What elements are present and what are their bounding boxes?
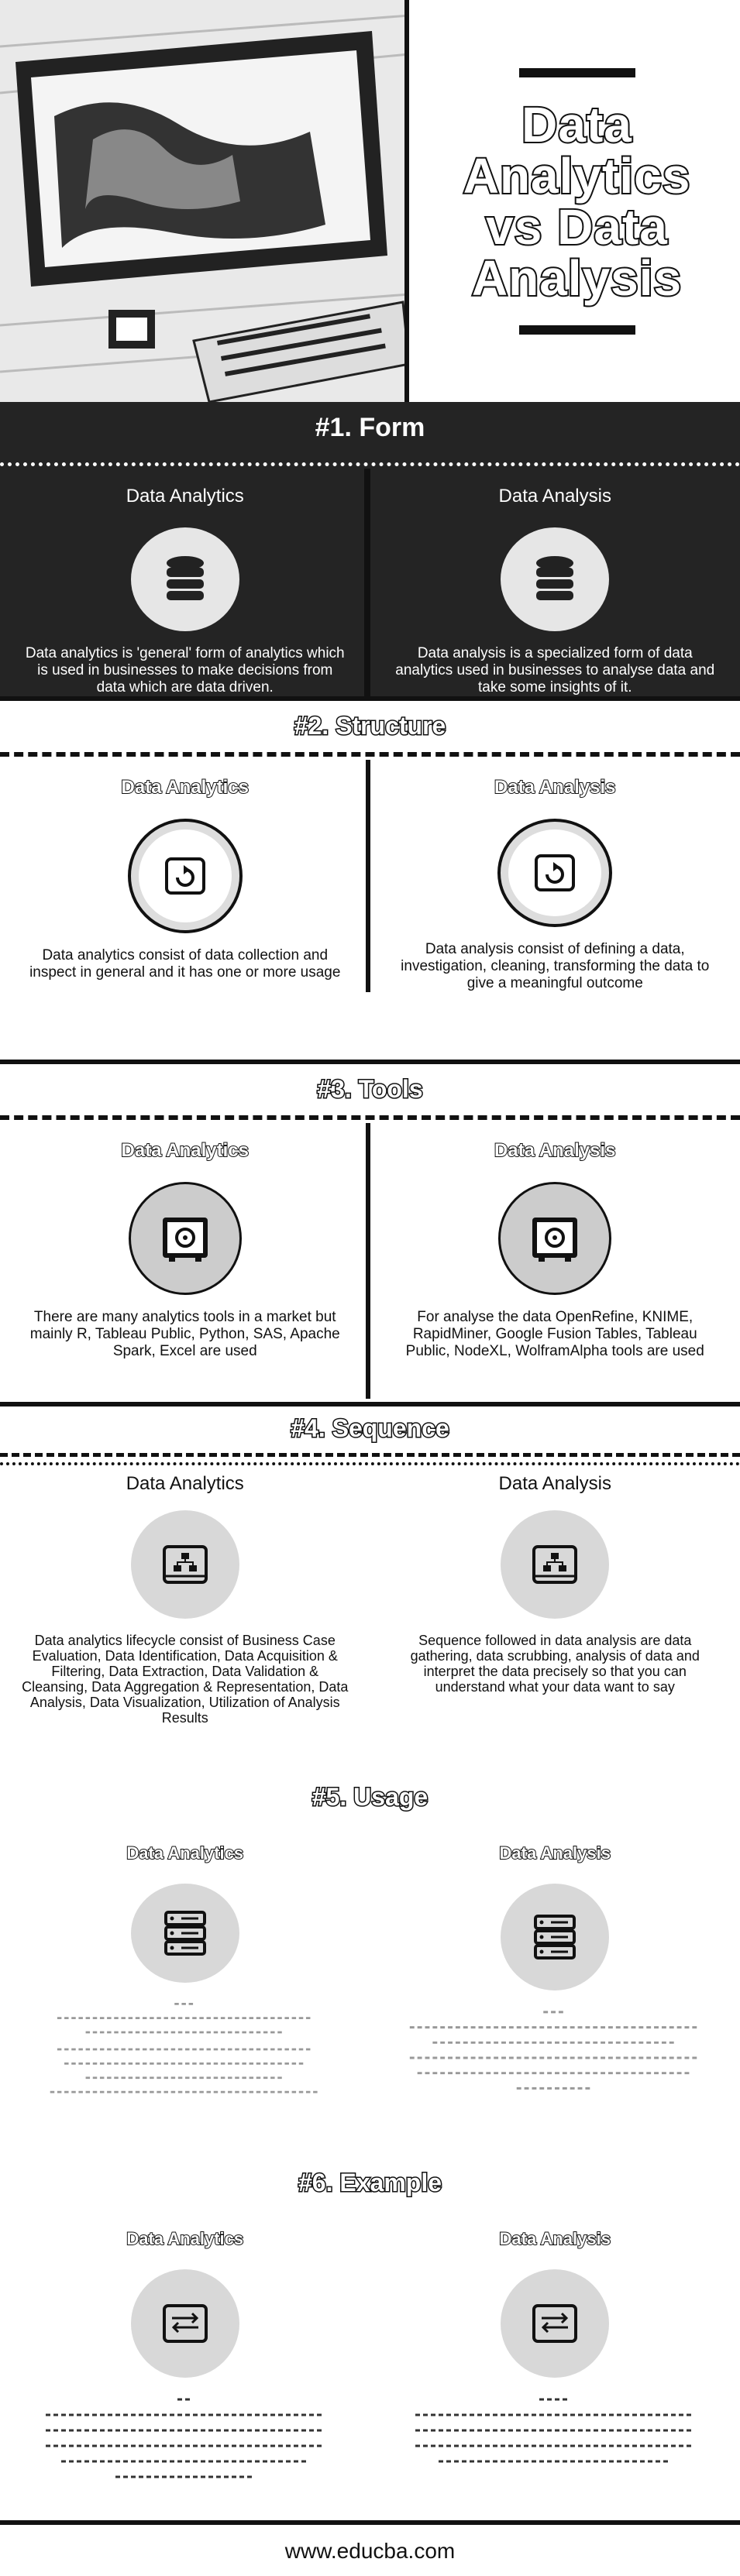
header: Data Analytics vs Data Analysis [0,0,740,402]
column-data-analytics: Data Analytics Data analytics consist of… [0,760,370,992]
column-title: Data Analytics [126,2228,244,2249]
column-title: Data Analysis [498,2228,611,2249]
footer-url: www.educba.com [284,2539,456,2563]
title-line-4: Analysis [470,249,683,306]
column-data-analysis: Data Analysis Sequence followed in data … [370,1467,740,1777]
column-data-analytics: Data Analytics [0,1826,370,2105]
section-columns: Data Analytics There are many analytics … [0,1123,740,1399]
laptop-keyboard-illustration [0,0,404,402]
section-example: #6. Example Data Analytics Data Analysis [0,2168,740,2525]
section-structure: #2. Structure Data Analytics Data analyt… [0,701,740,1060]
column-text: For analyse the data OpenRefine, KNIME, … [405,1309,704,1359]
section-title: #5. Usage [311,1782,429,1812]
database-icon [501,527,610,631]
column-title: Data Analysis [498,1473,611,1494]
safe-icon [128,1182,242,1295]
section-columns: Data Analytics Data analytics consist of… [0,760,740,992]
header-photo [0,0,409,402]
column-title: Data Analysis [494,776,617,799]
column-text: Data analysis consist of defining a data… [401,941,710,991]
title-line-2: Analytics [462,147,692,204]
column-data-analysis: Data Analysis Data analysis consist of d… [370,760,740,992]
infographic-page: { "title": {"line1": "Data", "line2": "A… [0,0,740,2576]
title-line-3: vs Data [484,198,669,255]
column-title: Data Analytics [126,1843,244,1863]
blurred-text-block [415,2398,695,2463]
safe-icon [498,1182,612,1295]
column-title: Data Analysis [498,1843,611,1863]
column-data-analytics: Data Analytics There are many analytics … [0,1123,370,1399]
transfer-drive-icon [130,2269,239,2378]
column-data-analytics: Data Analytics Data analytics is 'genera… [0,469,370,696]
drive-icon [127,819,243,933]
server-icon [501,1884,610,1990]
column-text: Data analytics is 'general' form of anal… [25,645,345,696]
column-text: There are many analytics tools in a mark… [29,1309,340,1359]
column-data-analytics: Data Analytics [0,2212,370,2522]
blurred-text-block [50,2003,321,2093]
page-title: Data Analytics vs Data Analysis [462,96,692,306]
section-usage: #5. Usage Data Analytics Data Analysis [0,1780,740,2113]
section-sequence: #4. Sequence Data Analytics Data analyti… [0,1406,740,1780]
column-title: Data Analytics [120,1139,250,1162]
transfer-drive-icon [501,2269,610,2378]
column-text: Data analytics consist of data collectio… [29,947,341,981]
column-data-analysis: Data Analysis Data analysis is a special… [370,469,740,696]
title-line-1: Data [520,96,633,153]
drive-icon [497,819,613,927]
column-data-analytics: Data Analytics Data analytics lifecycle … [0,1467,370,1777]
column-data-analysis: Data Analysis [370,2212,740,2522]
section-columns: Data Analytics Data Analysis [0,2212,740,2522]
section-columns: Data Analytics Data analytics lifecycle … [0,1467,740,1777]
section-tools: #3. Tools Data Analytics There are many … [0,1064,740,1402]
section-columns: Data Analytics Data analytics is 'genera… [0,469,740,696]
section-form: #1. Form Data Analytics Data analytics i… [0,402,740,696]
title-bar-bottom [518,325,635,335]
column-title: Data Analysis [494,1139,617,1162]
section-title: #2. Structure [293,711,447,741]
column-text: Data analytics lifecycle consist of Busi… [22,1633,349,1726]
network-drive-icon [130,1510,239,1619]
column-title: Data Analytics [120,776,250,799]
blurred-text-block [45,2398,325,2478]
column-title: Data Analytics [126,1473,244,1494]
database-icon [130,527,239,631]
blurred-text-block [410,2011,700,2090]
section-title: #4. Sequence [290,1413,451,1444]
column-data-analysis: Data Analysis [370,1826,740,2105]
server-icon [130,1884,239,1984]
column-text: Sequence followed in data analysis are d… [410,1633,700,1695]
section-title: #1. Form [315,413,425,442]
title-bar-top [518,67,635,77]
title-box: Data Analytics vs Data Analysis [414,0,740,402]
column-title: Data Analytics [126,486,244,507]
column-text: Data analysis is a specialized form of d… [395,645,715,696]
column-title: Data Analysis [498,486,611,507]
network-drive-icon [501,1510,610,1619]
section-columns: Data Analytics Data Analysis [0,1826,740,2105]
section-title: #3. Tools [316,1074,424,1104]
section-title: #6. Example [298,2168,443,2198]
column-data-analysis: Data Analysis For analyse the data OpenR… [370,1123,740,1399]
